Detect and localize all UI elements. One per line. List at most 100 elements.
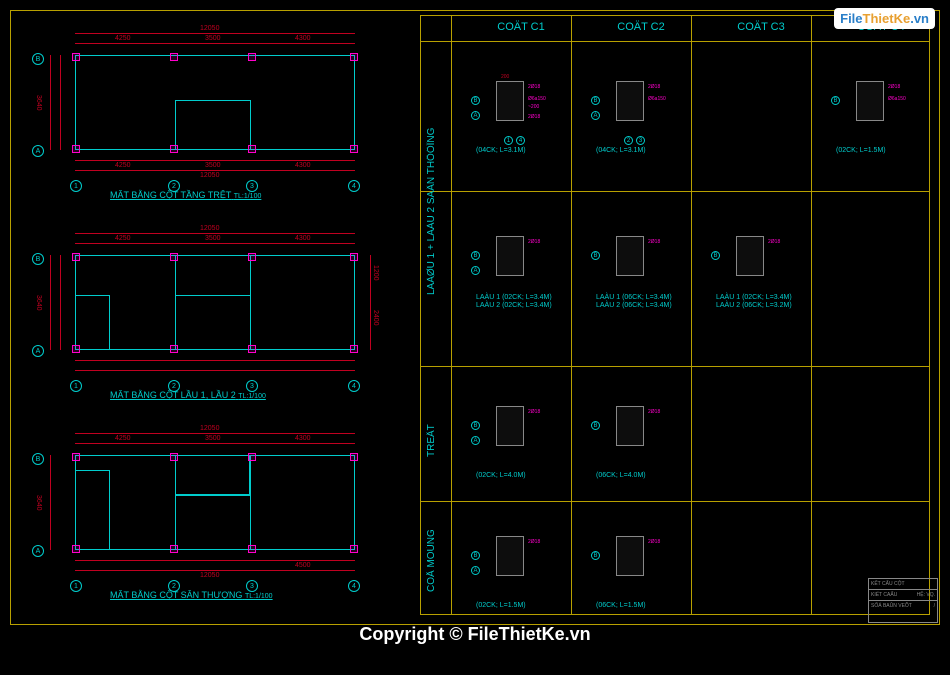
dim-span1b: 4250 (115, 162, 131, 169)
axis-4: 4 (516, 136, 525, 145)
col-mark-2a (170, 53, 178, 61)
cm2-4b (350, 345, 358, 353)
cm2-1a (72, 253, 80, 261)
row-label-roof: LAÀØU 1 + LAÀU 2 SAÂN THÖÔÏNG (426, 56, 437, 366)
iw3-3 (175, 495, 250, 496)
dim-bot-total2 (75, 370, 355, 371)
vl-2 (691, 16, 692, 614)
sect-rect (496, 536, 524, 576)
r2c3-axis-b: B (711, 251, 720, 260)
rb2-6a150: Ø6a150 (648, 96, 666, 102)
plan-title-roof: MẶT BẰNG CỘT SÂN THƯỢNG TL:1/100 (110, 590, 273, 600)
dim-1200: 1200 (372, 265, 379, 281)
r2-rb: 2Ø18 (528, 239, 540, 245)
axis-3: 3 (636, 136, 645, 145)
sl-r3c2: (06CK; L=4.0M) (596, 472, 646, 479)
dim-span1: 4250 (115, 35, 131, 42)
dim-top-total (75, 33, 355, 34)
dim-bot-spans (75, 160, 355, 161)
dim-width3: 3640 (35, 495, 42, 511)
sl-r2c2b: LAÀU 2 (06CK; L=3.4M) (596, 302, 672, 309)
r2-axis-a: A (471, 266, 480, 275)
sl-r3c1: (02CK; L=4.0M) (476, 472, 526, 479)
plan-outline (75, 55, 355, 150)
dim-total2: 12050 (200, 225, 219, 232)
section-r4c1: B A 2Ø18 (02CK; L=1.5M) (456, 511, 566, 611)
watermark-logo: FileThietKe.vn (834, 8, 935, 29)
vl-0 (451, 16, 452, 614)
floor-plan-floors12: 12050 4250 3500 4300 3640 1200 2400 1 2 … (20, 225, 390, 395)
dim-s1-3: 4250 (115, 435, 131, 442)
sect-rect (496, 236, 524, 276)
tb-title: KẾT CẤU CỘT (869, 579, 937, 590)
grid2-b: B (32, 253, 44, 265)
logo-vn: .vn (910, 11, 929, 26)
r2c2-axis-b: B (591, 251, 600, 260)
r2c3-rb: 2Ø18 (768, 239, 780, 245)
plan-title-ground: MẶT BẰNG CỘT TẦNG TRỆT TL:1/100 (110, 190, 261, 200)
rb-2d18: 2Ø18 (528, 84, 540, 90)
dim-bot-spans3 (75, 560, 355, 561)
r3-rb: 2Ø18 (528, 409, 540, 415)
grid-a: A (32, 145, 44, 157)
section-r1c1: B A 1 4 200 2Ø18 Ø6a150 ~200 2Ø18 (04CK;… (456, 56, 566, 156)
hl-0 (421, 41, 929, 42)
interior-wall-1 (175, 100, 176, 150)
hl-2 (421, 366, 929, 367)
dim-bot-spans2 (75, 360, 355, 361)
scale-text3: TL:1/100 (245, 593, 273, 600)
dim-4500: 4500 (295, 562, 311, 569)
dim-top-spans3 (75, 443, 355, 444)
r3-axis-a: A (471, 436, 480, 445)
sl-r2c3b: LAÀU 2 (06CK; L=3.2M) (716, 302, 792, 309)
header-c3: COÄT C3 (721, 21, 801, 33)
section-r1c4: B 2Ø18 Ø6a150 (02CK; L=1.5M) (816, 56, 926, 156)
cm3-4a (350, 453, 358, 461)
header-c1: COÄT C1 (481, 21, 561, 33)
cm3-1b (72, 545, 80, 553)
iw2-1 (175, 255, 176, 350)
r2-axis-b: B (471, 251, 480, 260)
title-text3: MẶT BẰNG CỘT SÂN THƯỢNG (110, 590, 242, 600)
axis-b4: B (831, 96, 840, 105)
sl-r2c1a: LAÀU 1 (02CK; L=3.4M) (476, 294, 552, 301)
iw2-2 (250, 255, 251, 350)
dim-s2-3: 3500 (205, 435, 221, 442)
stair-box3 (75, 470, 110, 550)
plan-outline2 (75, 255, 355, 350)
rb-a200: ~200 (528, 104, 539, 110)
sect-rect (616, 81, 644, 121)
cm2-3b (248, 345, 256, 353)
col-mark-1a (72, 53, 80, 61)
row-label-foundation: COÅ MOÙNG (426, 516, 437, 606)
section-r1c2: B A 2 3 2Ø18 Ø6a150 (04CK; L=3.1M) (576, 56, 686, 156)
floor-plans-panel: 12050 4250 3500 4300 3640 4250 3500 4300… (0, 10, 400, 630)
grid2-4: 4 (348, 380, 360, 392)
header-c2: COÄT C2 (601, 21, 681, 33)
sect-rect (736, 236, 764, 276)
cm3-1a (72, 453, 80, 461)
dim-s3-2: 4300 (295, 235, 311, 242)
iw3-2 (250, 455, 251, 550)
void-box (175, 455, 250, 495)
section-r4c2: B 2Ø18 (06CK; L=1.5M) (576, 511, 686, 611)
section-r3c2: B 2Ø18 (06CK; L=4.0M) (576, 381, 686, 481)
plan-title-floors12: MẶT BẰNG CỘT LẦU 1, LẦU 2 TL:1/100 (110, 390, 266, 400)
stair-box (75, 295, 110, 350)
axis-1: 1 (504, 136, 513, 145)
sl-r2c3a: LAÀU 1 (02CK; L=3.4M) (716, 294, 792, 301)
grid2-a: A (32, 345, 44, 357)
sl-r4c1: (02CK; L=1.5M) (476, 602, 526, 609)
section-r2c3: B 2Ø18 LAÀU 1 (02CK; L=3.4M) LAÀU 2 (06C… (696, 211, 806, 311)
section-r3c1: B A 2Ø18 (02CK; L=4.0M) (456, 381, 566, 481)
cm2-3a (248, 253, 256, 261)
col-mark-2b (170, 145, 178, 153)
rb4-6a150: Ø6a150 (888, 96, 906, 102)
dim-span3: 4300 (295, 35, 311, 42)
section-r2c1: B A 2Ø18 LAÀU 1 (02CK; L=3.4M) LAÀU 2 (0… (456, 211, 566, 311)
r4c2-rb: 2Ø18 (648, 539, 660, 545)
axis-a: A (591, 111, 600, 120)
axis-a: A (471, 111, 480, 120)
axis-2: 2 (624, 136, 633, 145)
row-label-ground: TREÄT (426, 396, 437, 486)
